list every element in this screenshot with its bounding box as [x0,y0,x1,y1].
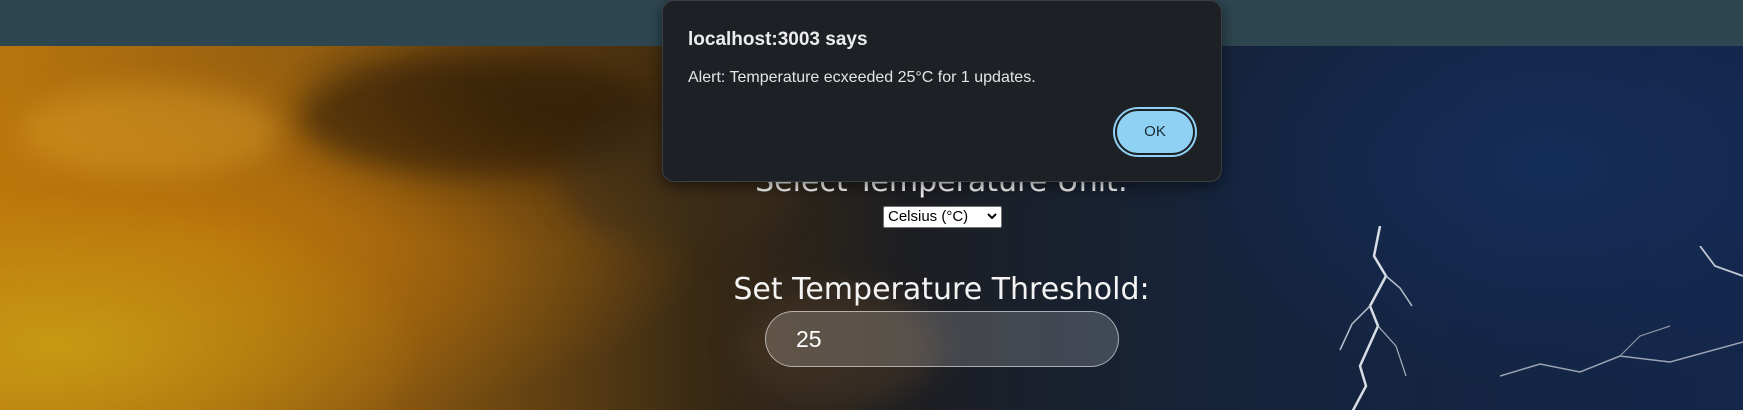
chevron-down-icon [987,213,997,220]
dialog-origin-title: localhost:3003 says [688,29,868,50]
threshold-heading: Set Temperature Threshold: [733,272,1150,307]
dialog-message: Alert: Temperature ecxeeded 25°C for 1 u… [688,69,1036,86]
unit-select[interactable]: Celsius (°C) [883,206,1002,228]
alert-dialog: localhost:3003 says Alert: Temperature e… [662,0,1222,182]
ok-button[interactable]: OK [1115,109,1195,155]
threshold-input[interactable]: 25 [765,311,1119,367]
unit-select-value: Celsius (°C) [888,208,969,225]
